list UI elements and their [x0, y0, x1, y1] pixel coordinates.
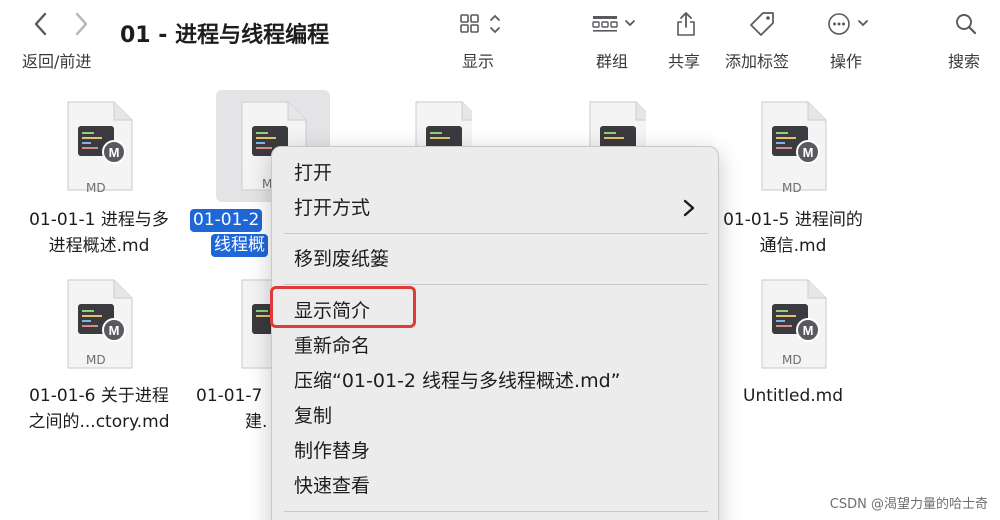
menu-item-move-to-trash[interactable]: 移到废纸篓 [294, 245, 389, 273]
menu-item-duplicate[interactable]: 复制 [294, 402, 332, 430]
file-name-line1: 01-01-7 [196, 386, 263, 406]
file-name-line1: 01-01-5 进程间的 [723, 210, 863, 230]
menu-item-quick-look[interactable]: 快速查看 [294, 472, 370, 500]
share-icon[interactable] [674, 10, 698, 38]
file-name-line1: 01-01-1 进程与多 [29, 210, 169, 230]
menu-separator [284, 233, 708, 234]
menu-item-rename[interactable]: 重新命名 [294, 332, 370, 360]
file-name-line1: 01-01-6 关于进程 [29, 386, 169, 406]
markdown-file-icon [586, 100, 646, 146]
share-label: 共享 [668, 52, 701, 71]
search-icon[interactable] [954, 10, 978, 38]
menu-item-open[interactable]: 打开 [294, 159, 332, 187]
chevron-right-icon [682, 198, 696, 218]
watermark: CSDN @渴望力量的哈士奇 [829, 497, 988, 512]
forward-arrow-icon[interactable] [70, 10, 92, 38]
file-badge: MD [782, 353, 802, 367]
file-badge: MD [86, 181, 106, 195]
nav-label: 返回/前进 [22, 52, 92, 71]
file-name-line1: Untitled.md [743, 386, 843, 406]
search-label: 搜索 [948, 52, 981, 71]
file-name-line2: 线程概 [211, 234, 268, 257]
file-badge: MD [86, 353, 106, 367]
menu-item-make-alias[interactable]: 制作替身 [294, 437, 370, 465]
markdown-file-icon [412, 100, 472, 146]
svg-text:M: M [109, 323, 120, 338]
file-name-line1: 01-01-2 [190, 209, 263, 232]
menu-separator [284, 284, 708, 285]
group-label: 群组 [596, 52, 629, 71]
menu-item-compress[interactable]: 压缩“01-01-2 线程与多线程概述.md” [294, 367, 621, 395]
markdown-file-icon [238, 278, 272, 370]
file-name-line2: 通信.md [759, 236, 827, 256]
window-title: 01 - 进程与线程编程 [120, 23, 330, 48]
group-icon[interactable] [590, 10, 640, 38]
menu-separator [284, 511, 708, 512]
back-arrow-icon[interactable] [30, 10, 52, 38]
context-menu: 打开 打开方式 移到废纸篓 显示简介 重新命名 压缩“01-01-2 线程与多线… [271, 146, 719, 520]
grid-view-icon[interactable] [458, 10, 508, 38]
menu-item-open-with[interactable]: 打开方式 [294, 194, 370, 222]
file-name-line2: 建. [245, 412, 268, 432]
more-actions-icon[interactable] [826, 10, 874, 38]
file-badge: MD [782, 181, 802, 195]
tag-icon[interactable] [748, 10, 776, 38]
tags-label: 添加标签 [725, 52, 790, 71]
svg-text:M: M [803, 323, 814, 338]
svg-text:M: M [109, 145, 120, 160]
svg-text:M: M [803, 145, 814, 160]
annotation-highlight-box [270, 286, 416, 328]
view-label: 显示 [462, 52, 495, 71]
action-label: 操作 [830, 52, 863, 71]
finder-toolbar: 返回/前进 01 - 进程与线程编程 显示 群组 共享 添加标签 操作 搜索 [0, 0, 1000, 82]
file-name-line2: 进程概述.md [48, 236, 150, 256]
file-name-line2: 之间的...ctory.md [28, 412, 170, 432]
